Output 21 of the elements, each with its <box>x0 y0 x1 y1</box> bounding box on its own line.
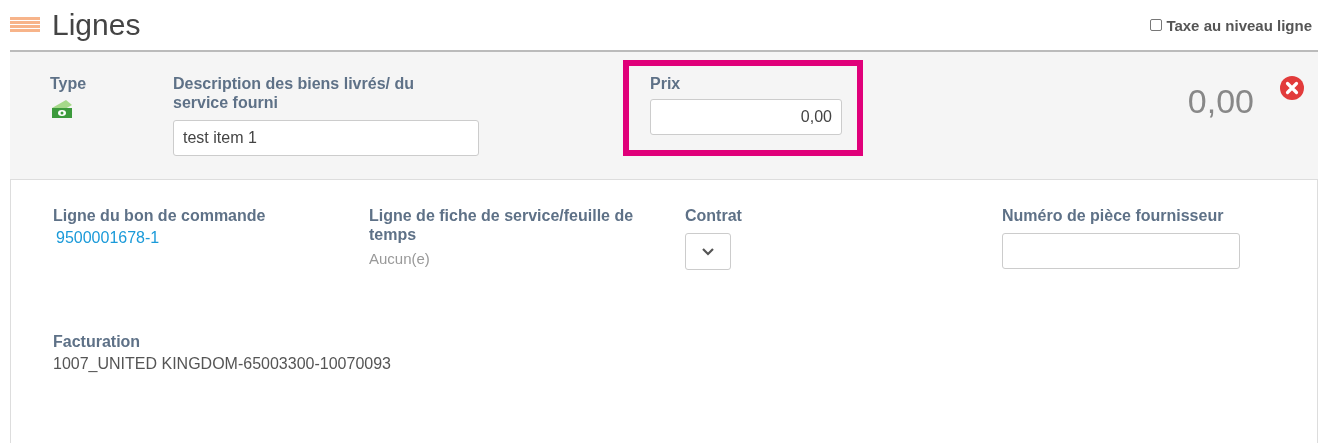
field-value: Aucun(e) <box>369 250 431 267</box>
money-icon <box>50 99 74 119</box>
type-label: Type <box>50 74 88 93</box>
close-icon[interactable] <box>1280 76 1304 100</box>
price-field[interactable]: 0,00 <box>650 99 842 135</box>
field-label: Contrat <box>685 206 743 225</box>
line-total: 0,00 <box>1187 81 1254 122</box>
field-label: Ligne de fiche de service/feuille de temps <box>369 206 635 244</box>
field-label: Ligne du bon de commande <box>53 206 267 225</box>
section-title: Lignes <box>52 8 141 42</box>
field-label: Numéro de pièce fournisseur <box>1002 206 1225 225</box>
list-icon <box>10 17 40 33</box>
contract-dropdown[interactable] <box>685 233 731 270</box>
chevron-down-icon <box>702 247 714 256</box>
description-field[interactable]: test item 1 <box>173 120 479 156</box>
price-label: Prix <box>650 74 682 93</box>
supplier-part-field[interactable] <box>1002 233 1240 269</box>
description-label: Description des biens livrés/ du service fourni <box>173 74 415 112</box>
billing-value: 1007_UNITED KINGDOM-65003300-10070093 <box>53 355 392 373</box>
line-tax-checkbox[interactable]: Taxe au niveau ligne <box>1150 16 1312 34</box>
billing-label: Facturation <box>53 332 142 351</box>
